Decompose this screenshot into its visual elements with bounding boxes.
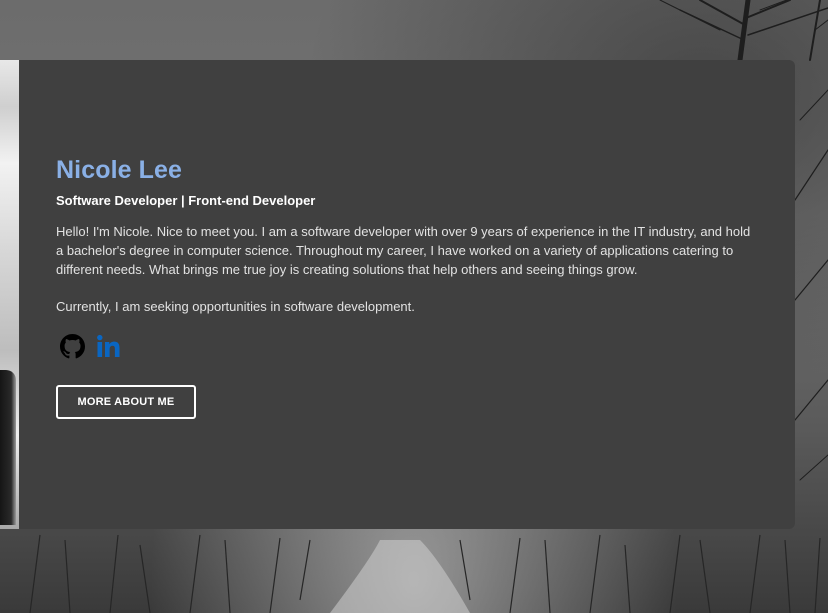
profile-bio: Hello! I'm Nicole. Nice to meet you. I a… bbox=[56, 222, 756, 316]
linkedin-link[interactable] bbox=[96, 334, 121, 359]
bio-paragraph: Hello! I'm Nicole. Nice to meet you. I a… bbox=[56, 224, 751, 277]
bio-paragraph: Currently, I am seeking opportunities in… bbox=[56, 299, 415, 314]
more-about-me-button[interactable]: MORE ABOUT ME bbox=[56, 385, 196, 419]
profile-name: Nicole Lee bbox=[56, 156, 183, 184]
linkedin-icon bbox=[97, 334, 120, 357]
github-link[interactable] bbox=[60, 334, 85, 359]
profile-photo-edge bbox=[0, 60, 19, 529]
profile-subtitle: Software Developer | Front-end Developer bbox=[56, 193, 316, 208]
social-links bbox=[60, 334, 121, 359]
github-icon bbox=[60, 334, 85, 359]
